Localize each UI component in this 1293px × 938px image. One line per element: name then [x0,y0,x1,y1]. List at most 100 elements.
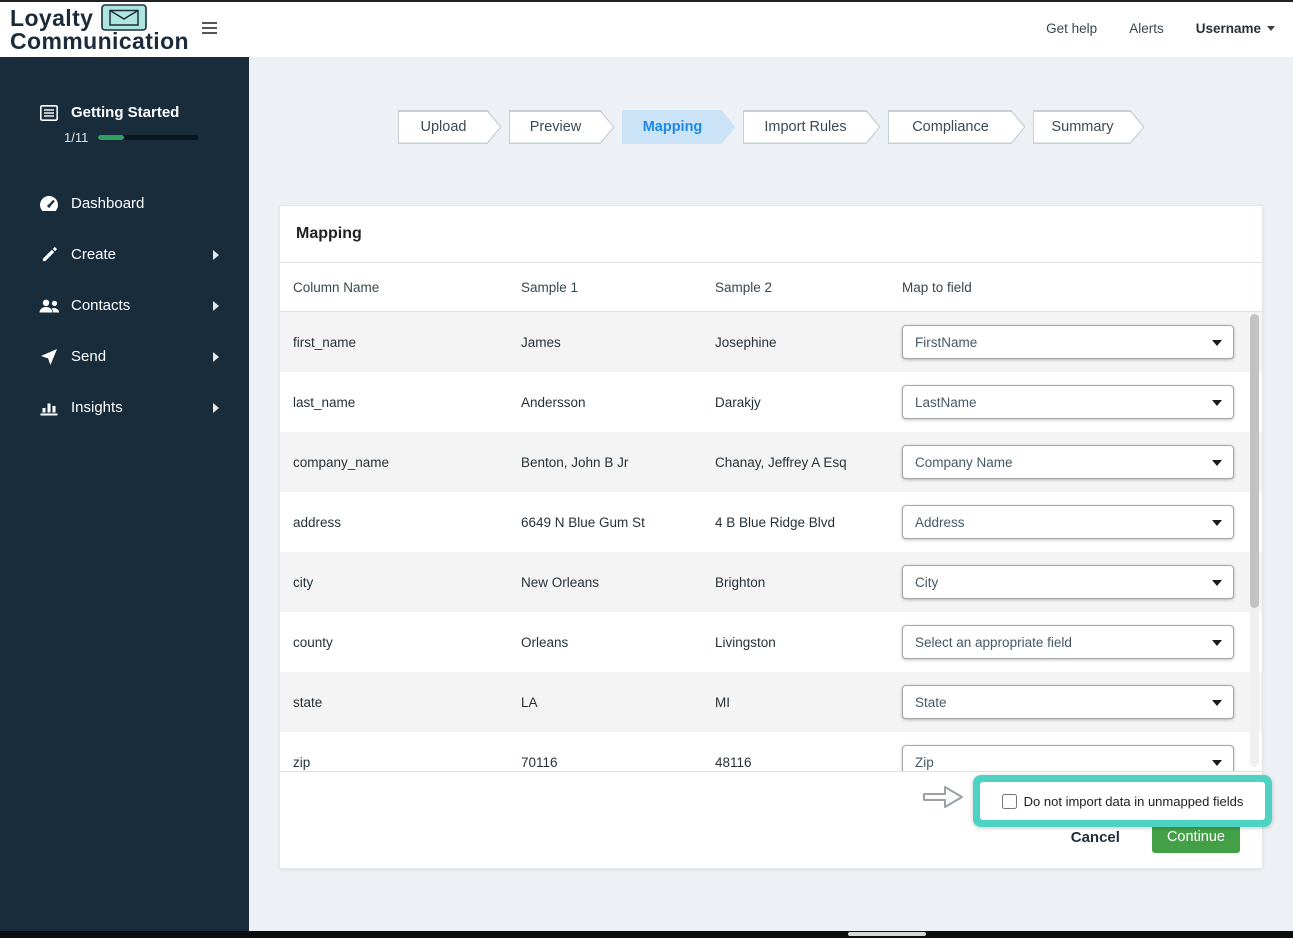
selected-field-label: FirstName [915,334,978,350]
column-header: Map to field [902,279,972,295]
sidebar-item-create[interactable]: Create [0,229,249,280]
selected-field-label: Address [915,514,965,530]
cell-map-to-field: Address [902,505,1262,539]
cell-map-to-field: Company Name [902,445,1262,479]
step-body: Import Rules [744,112,879,143]
map-to-field-select[interactable]: Zip [902,745,1234,771]
chevron-right-icon [213,351,219,362]
selected-field-label: State [915,694,947,710]
map-to-field-select[interactable]: Address [902,505,1234,539]
sidebar-item-dashboard[interactable]: Dashboard [0,178,249,229]
card-title: Mapping [280,206,1262,263]
cell-map-to-field: State [902,685,1262,719]
cancel-button[interactable]: Cancel [1065,825,1126,850]
username-label: Username [1195,21,1261,36]
cell-map-to-field: FirstName [902,325,1262,359]
logo-text-communication: Communication [10,28,189,54]
cell-sample1: Orleans [521,634,569,650]
step-preview[interactable]: Preview [509,110,615,144]
highlight-annotation: Do not import data in unmapped fields [973,775,1272,827]
map-to-field-select[interactable]: Company Name [902,445,1234,479]
table-header: Column Name Sample 1 Sample 2 Map to fie… [280,263,1262,312]
unmapped-fields-option: Do not import data in unmapped fields [980,782,1265,820]
progress-count: 1/11 [64,130,89,145]
map-to-field-select[interactable]: State [902,685,1234,719]
progress-bar [98,135,199,140]
sidebar-item-label: Contacts [71,297,131,314]
cell-sample1: James [521,334,561,350]
cell-column-name: state [293,694,323,710]
cell-sample1: 70116 [521,754,558,770]
step-label: Upload [420,119,467,135]
step-mapping[interactable]: Mapping [622,110,736,144]
main-content: Upload Preview Mapping Import Rules Comp… [249,57,1293,938]
step-body: Summary [1034,112,1143,143]
cell-sample2: Chanay, Jeffrey A Esq [715,454,847,470]
sidebar-item-getting-started[interactable]: Getting Started [0,104,249,121]
cell-map-to-field: Select an appropriate field [902,625,1262,659]
progress-bar-fill [98,135,125,140]
step-upload[interactable]: Upload [398,110,502,144]
cell-sample2: Darakjy [715,394,761,410]
envelope-icon [101,4,148,31]
step-label: Mapping [642,119,703,135]
cell-sample1: New Orleans [521,574,600,590]
logo[interactable]: Loyalty Communication [10,4,189,53]
cell-sample1: Benton, John B Jr [521,454,629,470]
chevron-down-icon [1212,400,1222,406]
step-body: Mapping [623,112,734,143]
sidebar-item-send[interactable]: Send [0,331,249,382]
alerts-link[interactable]: Alerts [1129,21,1164,36]
sidebar-item-contacts[interactable]: Contacts [0,280,249,331]
header: Loyalty Communication Get help Alerts Us… [0,0,1293,57]
sidebar-item-label: Dashboard [71,195,145,212]
cell-sample2: Josephine [715,334,777,350]
table-row: last_name Andersson Darakjy LastName [280,372,1262,432]
step-import-rules[interactable]: Import Rules [743,110,881,144]
sidebar: Getting Started 1/11 Dashboard Create Co… [0,57,249,938]
stepper: Upload Preview Mapping Import Rules Comp… [249,110,1293,144]
cell-sample2: Brighton [715,574,766,590]
sidebar-item-insights[interactable]: Insights [0,382,249,433]
chevron-right-icon [213,249,219,260]
sidebar-item-label: Send [71,348,107,365]
table-row: county Orleans Livingston Select an appr… [280,612,1262,672]
step-compliance[interactable]: Compliance [888,110,1026,144]
do-not-import-label: Do not import data in unmapped fields [1023,793,1244,809]
step-summary[interactable]: Summary [1033,110,1145,144]
dashboard-icon [37,195,61,212]
get-help-link[interactable]: Get help [1046,21,1097,36]
step-label: Compliance [912,119,989,135]
do-not-import-checkbox[interactable] [1001,793,1017,809]
sidebar-item-label: Create [71,246,117,263]
chevron-down-icon [1212,640,1222,646]
table-body: first_name James Josephine FirstName las… [280,312,1262,771]
sidebar-menu: Dashboard Create Contacts Send Insights [0,178,249,433]
step-body: Upload [399,112,500,143]
cell-column-name: last_name [293,394,356,410]
cell-sample2: 48116 [715,754,752,770]
cell-map-to-field: City [902,565,1262,599]
selected-field-label: Select an appropriate field [915,634,1072,650]
chevron-down-icon [1212,580,1222,586]
table-row: city New Orleans Brighton City [280,552,1262,612]
map-to-field-select[interactable]: LastName [902,385,1234,419]
map-to-field-select[interactable]: FirstName [902,325,1234,359]
map-to-field-select[interactable]: City [902,565,1234,599]
chevron-down-icon [1267,26,1275,31]
username-menu[interactable]: Username [1196,21,1275,36]
chevron-right-icon [213,300,219,311]
scrollbar-thumb[interactable] [1250,314,1259,608]
footer-partial-element [848,932,926,936]
getting-started-label: Getting Started [71,104,180,121]
map-to-field-select[interactable]: Select an appropriate field [902,625,1234,659]
chevron-down-icon [1212,700,1222,706]
cell-sample2: 4 B Blue Ridge Blvd [715,514,836,530]
table-row: company_name Benton, John B Jr Chanay, J… [280,432,1262,492]
column-header: Column Name [293,279,380,295]
selected-field-label: LastName [915,394,977,410]
annotation-arrow-icon [922,783,964,816]
cell-column-name: zip [293,754,311,770]
hamburger-menu-icon[interactable] [202,22,217,34]
cell-sample1: Andersson [521,394,586,410]
